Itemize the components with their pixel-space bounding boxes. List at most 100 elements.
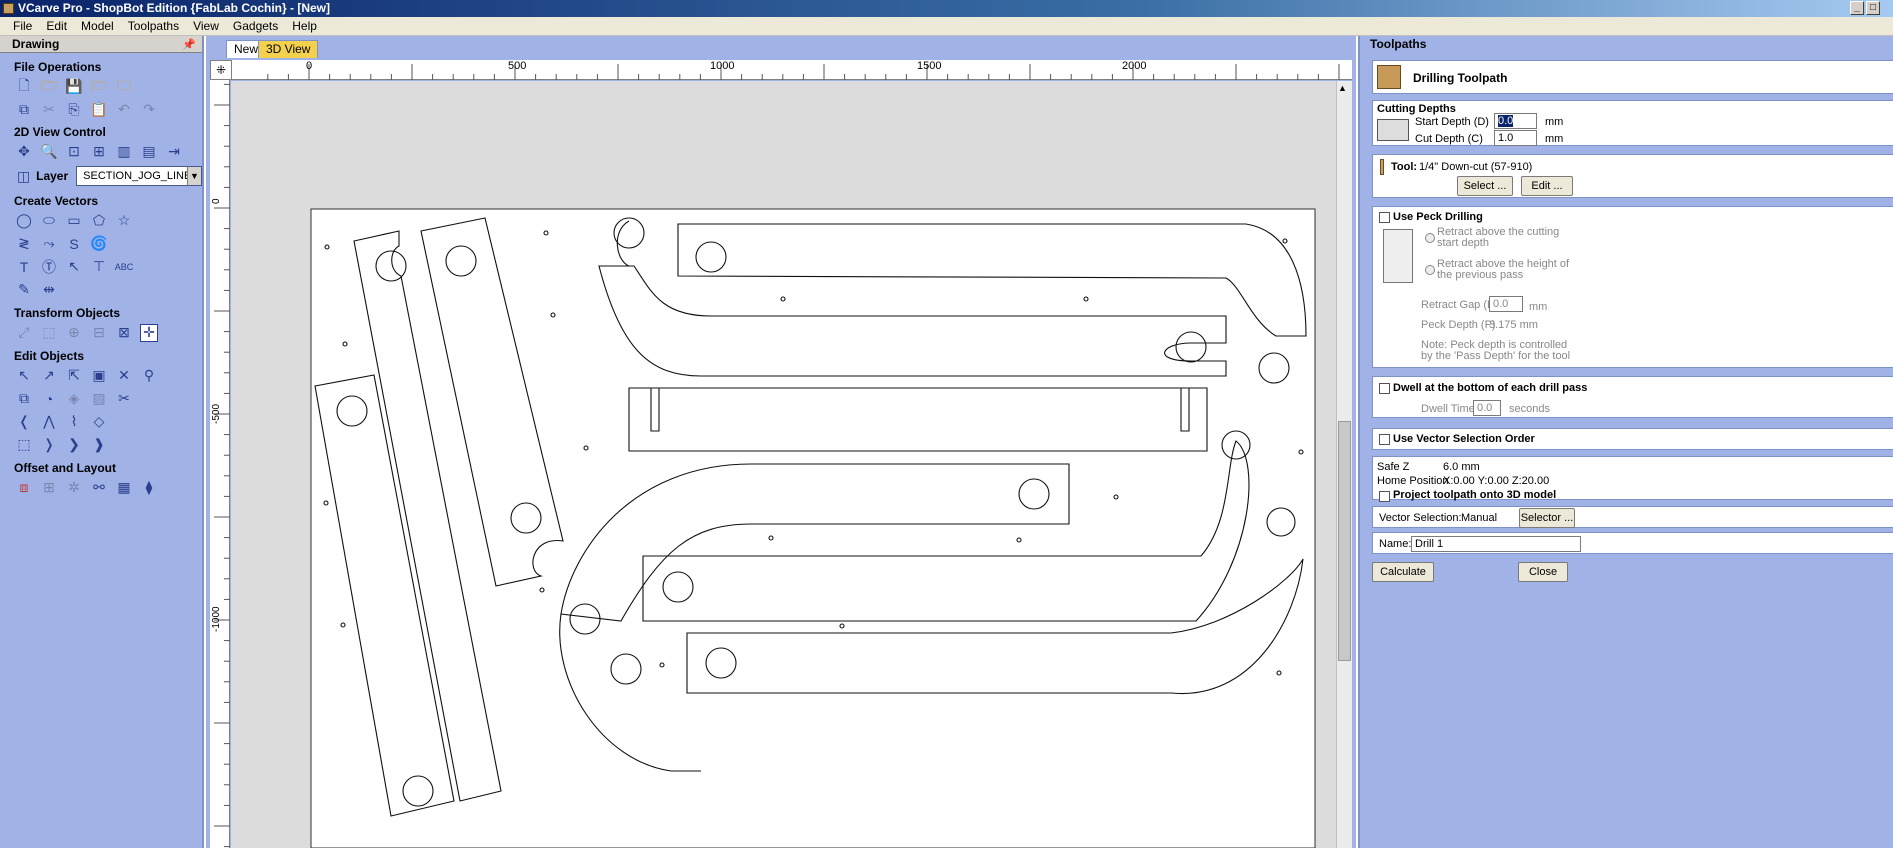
- name-input[interactable]: Drill 1: [1411, 536, 1581, 552]
- selector-button[interactable]: Selector ...: [1519, 508, 1575, 528]
- scroll-thumb[interactable]: [1338, 421, 1351, 661]
- zoom-extents-icon[interactable]: ⊡: [65, 143, 83, 161]
- save-file-icon[interactable]: 💾: [65, 78, 83, 96]
- text-box-icon[interactable]: Ⓣ: [40, 258, 58, 276]
- zoom-box-icon[interactable]: ⊞: [90, 143, 108, 161]
- curve-icon[interactable]: ⤳: [40, 235, 58, 253]
- menu-view[interactable]: View: [186, 17, 226, 36]
- pin-icon[interactable]: 📌: [182, 37, 196, 54]
- cut-depth-input[interactable]: 1.0: [1494, 130, 1537, 146]
- group-icon[interactable]: ▣: [90, 367, 108, 385]
- dimension-icon[interactable]: ⇹: [40, 281, 58, 299]
- circular-array-icon[interactable]: ✲: [65, 479, 83, 497]
- set-origin-icon[interactable]: ✛: [140, 323, 158, 342]
- edit-tool-button[interactable]: Edit ...: [1521, 176, 1573, 196]
- offset-icon[interactable]: ⧈: [15, 479, 33, 497]
- fillet-icon[interactable]: ❬: [15, 413, 33, 431]
- zoom-icon[interactable]: 🔍: [40, 143, 58, 161]
- close-button[interactable]: Close: [1518, 562, 1568, 582]
- drawing-canvas[interactable]: [231, 81, 1336, 848]
- chevron-down-icon[interactable]: ▼: [187, 167, 201, 185]
- rectangle-icon[interactable]: ▭: [65, 212, 83, 230]
- vector-shape-icon[interactable]: ⬚: [15, 436, 33, 454]
- delete-icon[interactable]: ✕: [115, 367, 133, 385]
- retract-start-radio[interactable]: [1425, 233, 1435, 243]
- subtract-icon[interactable]: ◔: [40, 390, 58, 408]
- star-icon[interactable]: ☆: [115, 212, 133, 230]
- job-setup-icon[interactable]: ⧉: [15, 101, 33, 119]
- polygon-icon[interactable]: ⬠: [90, 212, 108, 230]
- intersect-icon[interactable]: ◈: [65, 390, 83, 408]
- bridge-icon[interactable]: ❯: [65, 436, 83, 454]
- menu-model[interactable]: Model: [74, 17, 121, 36]
- drawing-svg[interactable]: [231, 81, 1336, 848]
- view-grid-icon[interactable]: ▤: [140, 143, 158, 161]
- menu-file[interactable]: File: [0, 17, 39, 36]
- curve-fit-icon[interactable]: ⋀: [40, 413, 58, 431]
- align-icon[interactable]: ⊕: [65, 324, 83, 342]
- scroll-up-icon[interactable]: ▲: [1338, 83, 1347, 93]
- mirror-icon[interactable]: ⊟: [90, 324, 108, 342]
- copy-icon[interactable]: ⎘: [65, 101, 83, 119]
- spline-icon[interactable]: S: [65, 235, 83, 253]
- select-icon[interactable]: ↖: [15, 367, 33, 385]
- ellipse-icon[interactable]: ⬭: [40, 212, 58, 230]
- scale-icon[interactable]: ⬚: [40, 324, 58, 342]
- node-edit-icon[interactable]: ↗: [40, 367, 58, 385]
- layer-dropdown[interactable]: SECTION_JOG_LINES ▼: [76, 166, 202, 186]
- trim-icon[interactable]: ▨: [90, 390, 108, 408]
- dwell-checkbox[interactable]: [1379, 383, 1390, 394]
- menu-edit[interactable]: Edit: [39, 17, 74, 36]
- auto-nest-icon[interactable]: ⧫: [140, 479, 158, 497]
- cut-icon[interactable]: ✂: [40, 101, 58, 119]
- text-on-curve-icon[interactable]: ↖: [65, 258, 83, 276]
- scissors-icon[interactable]: ✂: [115, 390, 133, 408]
- paste-icon[interactable]: 📋: [90, 101, 108, 119]
- circle-icon[interactable]: ◯: [15, 212, 33, 230]
- menu-help[interactable]: Help: [285, 17, 324, 36]
- text-icon[interactable]: T: [15, 258, 33, 276]
- redo-icon[interactable]: ↷: [140, 101, 158, 119]
- dwell-time-input[interactable]: 0.0: [1473, 400, 1501, 416]
- retract-gap-input[interactable]: 0.0: [1489, 296, 1523, 312]
- polyline-icon[interactable]: ≷: [15, 235, 33, 253]
- pan-icon[interactable]: ✥: [15, 143, 33, 161]
- project-toolpath-checkbox[interactable]: [1379, 491, 1390, 502]
- vertical-scrollbar[interactable]: ▲: [1336, 81, 1352, 848]
- new-file-icon[interactable]: 🗋: [15, 77, 33, 96]
- open-file-icon[interactable]: 🗁: [40, 77, 58, 96]
- auto-layout-text-icon[interactable]: ⊤: [90, 258, 108, 276]
- select-tool-button[interactable]: Select ...: [1457, 176, 1513, 196]
- spiral-icon[interactable]: 🌀: [90, 235, 108, 253]
- retract-height-radio[interactable]: [1425, 265, 1435, 275]
- import-bitmap-icon[interactable]: 🗀: [115, 77, 133, 96]
- weld-icon[interactable]: ⧉: [15, 390, 33, 408]
- vector-order-checkbox[interactable]: [1379, 434, 1390, 445]
- menu-gadgets[interactable]: Gadgets: [226, 17, 285, 36]
- nesting-icon[interactable]: ▦: [115, 479, 133, 497]
- move-icon[interactable]: ⤢: [15, 324, 33, 342]
- draw-tool-icon[interactable]: ✎: [15, 281, 33, 299]
- undo-icon[interactable]: ↶: [115, 101, 133, 119]
- close-vector-icon[interactable]: ◇: [90, 413, 108, 431]
- start-depth-input[interactable]: 0.0: [1494, 113, 1537, 129]
- minimize-button[interactable]: _: [1850, 1, 1864, 15]
- distort-icon[interactable]: ⊠: [115, 324, 133, 342]
- import-vectors-icon[interactable]: 🗁: [90, 77, 108, 96]
- view-split-icon[interactable]: ▥: [115, 143, 133, 161]
- array-copy-icon[interactable]: ⊞: [40, 479, 58, 497]
- ruler-corner-icon[interactable]: ⁜: [210, 60, 232, 80]
- maximize-button[interactable]: □: [1866, 1, 1880, 15]
- view-export-icon[interactable]: ⇥: [165, 143, 183, 161]
- smooth-icon[interactable]: ⌇: [65, 413, 83, 431]
- join-icon[interactable]: ⚲: [140, 367, 158, 385]
- abc-text-icon[interactable]: ABC: [115, 258, 134, 276]
- tab-3d-view[interactable]: 3D View: [258, 40, 319, 58]
- arrow-icon[interactable]: ❱: [90, 436, 108, 454]
- interactive-select-icon[interactable]: ⇱: [65, 367, 83, 385]
- extend-icon[interactable]: ❭: [40, 436, 58, 454]
- calculate-button[interactable]: Calculate: [1372, 562, 1434, 582]
- peck-drilling-checkbox[interactable]: [1379, 212, 1390, 223]
- menu-toolpaths[interactable]: Toolpaths: [121, 17, 186, 36]
- copy-along-vectors-icon[interactable]: ⚯: [90, 479, 108, 497]
